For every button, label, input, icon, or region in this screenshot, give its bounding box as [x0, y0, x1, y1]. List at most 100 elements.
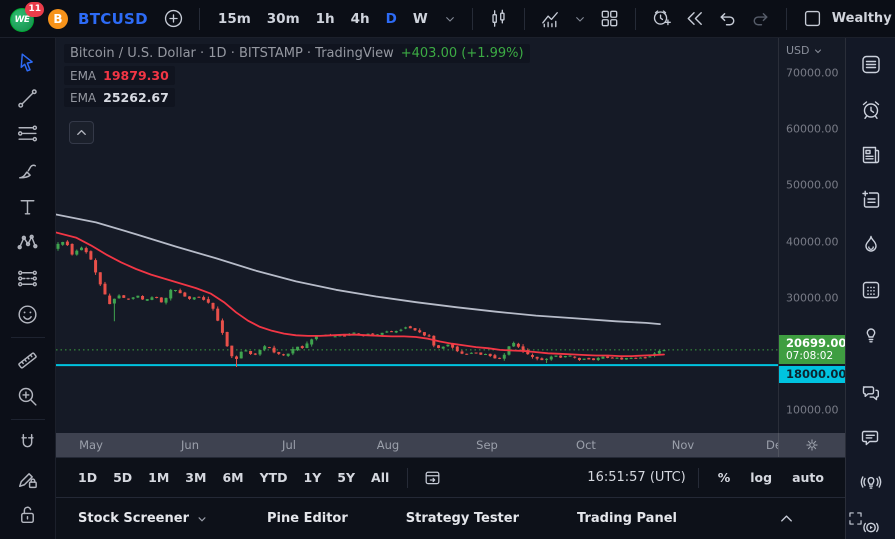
ema-label: EMA — [70, 69, 96, 83]
scale-auto[interactable]: auto — [785, 466, 831, 489]
tool-text[interactable] — [9, 190, 47, 223]
range-ytd[interactable]: YTD — [254, 466, 294, 489]
timeframe-d[interactable]: D — [380, 8, 403, 30]
toolbar-divider — [635, 8, 636, 30]
chart-pane[interactable]: Bitcoin / U.S. Dollar · 1D · BITSTAMP · … — [56, 38, 778, 433]
tool-emoji[interactable] — [9, 298, 47, 331]
timeframe-4h[interactable]: 4h — [345, 8, 376, 30]
save-layout-button[interactable] — [799, 5, 826, 32]
tool-brush[interactable] — [9, 154, 47, 187]
range-1y[interactable]: 1Y — [298, 466, 328, 489]
toolbar-divider — [472, 8, 473, 30]
range-5d[interactable]: 5D — [107, 466, 138, 489]
streams-icon — [859, 469, 883, 496]
timeframe-15m[interactable]: 15m — [212, 8, 257, 30]
price-axis[interactable]: USD 70000.0060000.0050000.0040000.003000… — [778, 38, 845, 433]
chevron-down-icon — [442, 11, 458, 27]
notes-icon — [859, 186, 883, 213]
legend-symbol-title: Bitcoin / U.S. Dollar · 1D · BITSTAMP · … — [70, 46, 394, 61]
tool-xabcd-pattern[interactable] — [9, 226, 47, 259]
xabcd-pattern-icon — [15, 230, 40, 255]
session-clock[interactable]: 16:51:57 (UTC) — [587, 470, 685, 485]
zoom-in-icon — [15, 384, 40, 409]
top-toolbar: WE 11 B BTCUSD 15m30m1h4hDW Wealthy Educ… — [0, 0, 895, 38]
sidebar-watchlist[interactable] — [853, 48, 889, 80]
panel-maximize-button[interactable] — [844, 507, 867, 530]
current-price-label: 20699.00 07:08:02 — [779, 335, 845, 365]
indicators-button[interactable] — [537, 5, 564, 32]
timeframe-30m[interactable]: 30m — [261, 8, 306, 30]
range-1d[interactable]: 1D — [72, 466, 103, 489]
timeframe-w[interactable]: W — [407, 8, 434, 30]
symbol-button[interactable]: BTCUSD — [78, 10, 148, 28]
range-5y[interactable]: 5Y — [331, 466, 361, 489]
sidebar-alerts[interactable] — [853, 93, 889, 125]
chart-style-button[interactable] — [485, 5, 512, 32]
sidebar-ideas[interactable] — [853, 318, 889, 350]
scale-log[interactable]: log — [743, 466, 779, 489]
legend-ema-row-1: EMA 19879.30 — [64, 66, 175, 85]
legend-collapse-button[interactable] — [69, 121, 94, 144]
axis-currency-toggle[interactable]: USD — [786, 44, 824, 57]
sidebar-private-chat[interactable] — [853, 421, 889, 453]
indicators-icon — [539, 7, 562, 30]
tool-forecast[interactable] — [9, 262, 47, 295]
month-label: May — [79, 438, 103, 452]
tab-trading-panel[interactable]: Trading Panel — [571, 510, 683, 527]
tab-pine-editor[interactable]: Pine Editor — [261, 510, 354, 527]
toolbar-divider — [407, 468, 408, 488]
bottom-panel: Stock Screener Pine Editor Strategy Tester… — [56, 497, 845, 539]
layout-grid-button[interactable] — [596, 5, 623, 32]
tool-lock[interactable] — [9, 498, 47, 531]
compare-add-button[interactable] — [160, 5, 187, 32]
text-icon — [15, 194, 40, 219]
chevron-up-icon — [74, 125, 89, 140]
tool-drawing-lock[interactable] — [9, 462, 47, 495]
sidebar-calendar[interactable] — [853, 273, 889, 305]
time-axis[interactable]: MayJunJulAugSepOctNovDe — [56, 433, 778, 457]
sidebar-hotlists[interactable] — [853, 228, 889, 260]
tool-trend-line[interactable] — [9, 82, 47, 115]
bar-countdown: 07:08:02 — [786, 350, 845, 363]
panel-collapse-button[interactable] — [775, 507, 798, 530]
news-icon — [859, 141, 883, 168]
range-1m[interactable]: 1M — [142, 466, 175, 489]
tool-zoom-in[interactable] — [9, 380, 47, 413]
goto-date-button[interactable] — [420, 465, 445, 490]
brush-icon — [15, 158, 40, 183]
emoji-icon — [15, 302, 40, 327]
timeframe-1h[interactable]: 1h — [310, 8, 341, 30]
scale-percent[interactable]: % — [711, 466, 738, 489]
sidebar-news[interactable] — [853, 138, 889, 170]
replay-rewind-icon — [683, 7, 706, 30]
month-label: De — [766, 438, 778, 452]
layout-name[interactable]: Wealthy Educ... — [832, 11, 895, 26]
tool-ruler[interactable] — [9, 344, 47, 377]
bar-replay-button[interactable] — [681, 5, 708, 32]
undo-button[interactable] — [714, 5, 741, 32]
tool-fib-retracement[interactable] — [9, 118, 47, 151]
timeframe-menu-button[interactable] — [440, 9, 460, 29]
chart-settings-button[interactable] — [778, 433, 845, 457]
price-tick: 10000.00 — [786, 404, 839, 417]
ema-value: 25262.67 — [103, 90, 169, 105]
tool-magnet[interactable] — [9, 426, 47, 459]
alert-price-label[interactable]: 18000.00 — [779, 366, 845, 383]
sidebar-public-chat[interactable] — [853, 376, 889, 408]
indicators-menu-button[interactable] — [570, 9, 590, 29]
sidebar-streams[interactable] — [853, 466, 889, 498]
tab-strategy-tester[interactable]: Strategy Tester — [400, 510, 525, 527]
month-label: Oct — [576, 438, 596, 452]
watchlist-icon — [859, 51, 883, 78]
app-logo[interactable]: WE 11 — [8, 4, 42, 34]
bitcoin-icon: B — [48, 9, 68, 29]
tab-stock-screener[interactable]: Stock Screener — [72, 510, 215, 527]
sidebar-notes[interactable] — [853, 183, 889, 215]
range-all[interactable]: All — [365, 466, 395, 489]
redo-button[interactable] — [747, 5, 774, 32]
range-6m[interactable]: 6M — [216, 466, 249, 489]
range-3m[interactable]: 3M — [179, 466, 212, 489]
hotlists-icon — [859, 231, 883, 258]
tool-cursor[interactable] — [9, 46, 47, 79]
create-alert-button[interactable] — [648, 5, 675, 32]
